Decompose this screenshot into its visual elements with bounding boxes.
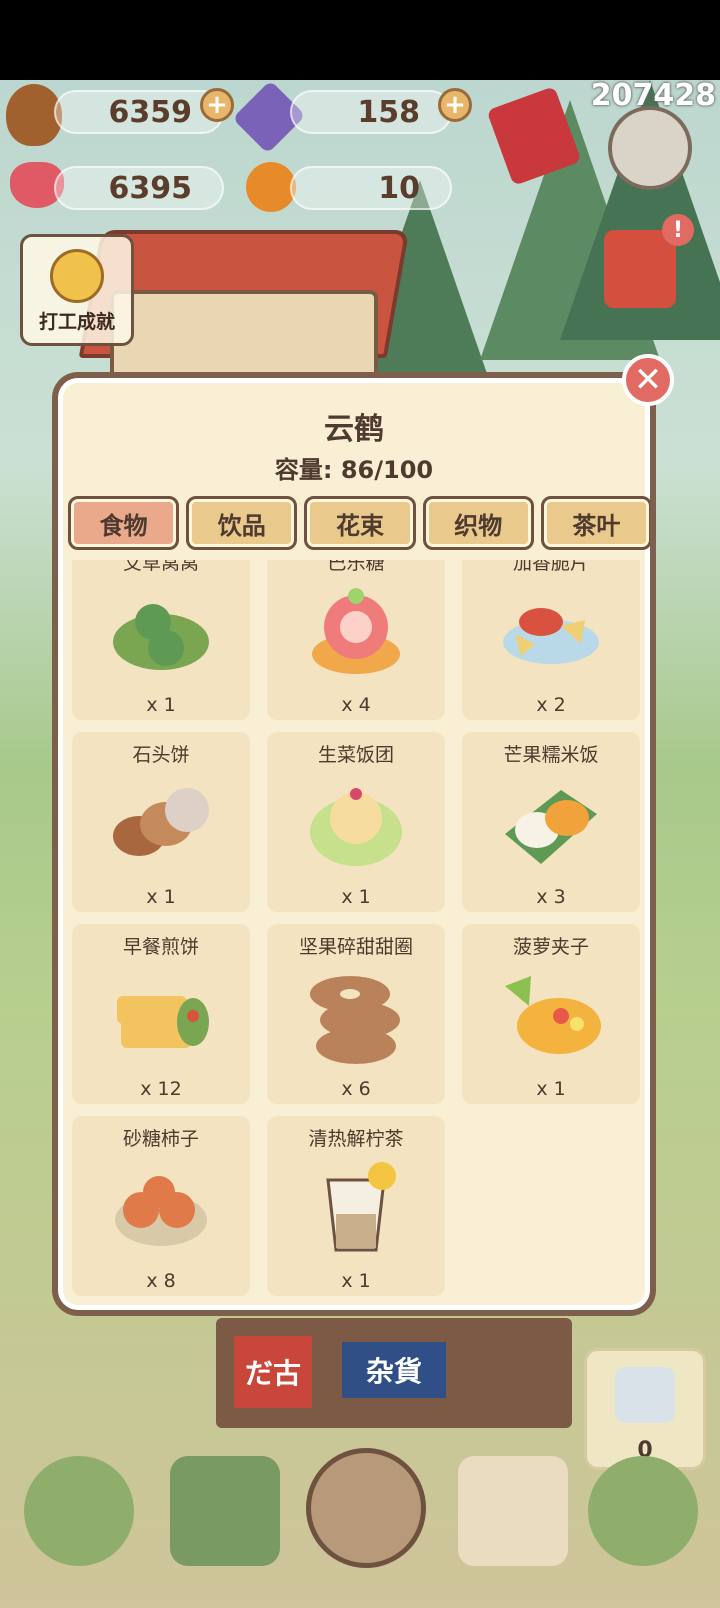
heart-counter: 6395 — [54, 166, 224, 210]
item-qty: x 1 — [341, 886, 371, 908]
stone-cakes-icon — [113, 788, 209, 856]
item-card[interactable]: 石头饼 x 1 — [72, 732, 250, 912]
breakfast-pancake-icon — [117, 996, 209, 1048]
chips-with-dip-icon — [503, 608, 599, 664]
add-acorns-button[interactable]: + — [200, 88, 234, 122]
pineapple-boat-icon — [505, 976, 601, 1054]
add-gems-button[interactable]: + — [438, 88, 472, 122]
lettuce-rice-ball-icon — [310, 788, 402, 866]
gem-counter: 158 — [290, 90, 452, 134]
nut-donuts-icon — [310, 976, 400, 1064]
orange-counter: 10 — [290, 166, 452, 210]
item-name: 巴乐糖 — [327, 560, 385, 574]
mail-icon[interactable] — [170, 1456, 280, 1566]
item-qty: x 1 — [341, 1270, 371, 1292]
item-name: 加香脆片 — [512, 560, 589, 574]
item-card[interactable]: 艾草窝窝 x 1 — [72, 560, 250, 720]
shop-sign-right: 杂貨 — [342, 1342, 446, 1398]
item-name: 早餐煎饼 — [122, 936, 199, 958]
item-name: 坚果碎甜甜圈 — [298, 936, 413, 958]
item-card[interactable]: 菠萝夹子 x 1 — [462, 924, 640, 1104]
item-qty: x 6 — [341, 1078, 371, 1100]
close-button[interactable]: ✕ — [622, 354, 674, 406]
item-card[interactable]: 生菜饭团 x 1 — [267, 732, 445, 912]
clipboard-icon[interactable] — [458, 1456, 568, 1566]
mango-sticky-rice-icon — [505, 790, 597, 864]
wrapped-gift-icon — [615, 1367, 675, 1423]
item-qty: x 1 — [146, 694, 176, 716]
item-card[interactable]: 坚果碎甜甜圈 x 6 — [267, 924, 445, 1104]
orange-icon — [246, 162, 296, 212]
tab-tea[interactable]: 茶叶 — [540, 496, 650, 550]
acorn-counter: 6359 — [54, 90, 224, 134]
item-card[interactable]: 芒果糯米饭 x 3 — [462, 732, 640, 912]
character-icon[interactable] — [306, 1448, 426, 1568]
gear-icon[interactable] — [608, 106, 692, 190]
work-achievement-button[interactable]: 打工成就 — [20, 234, 134, 346]
gift-box-button[interactable]: 0 — [584, 1348, 706, 1470]
gift-event-button[interactable] — [604, 230, 676, 308]
tab-drinks[interactable]: 饮品 — [186, 496, 298, 550]
item-name: 芒果糯米饭 — [503, 744, 599, 766]
item-card[interactable]: 加香脆片 x 2 — [462, 560, 640, 720]
item-card[interactable]: 早餐煎饼 x 12 — [72, 924, 250, 1104]
inventory-panel: 云鹤 容量: 86/100 食物 饮品 花束 织物 茶叶 艾草窝窝 x 1 巴乐… — [52, 372, 656, 1316]
item-name: 菠萝夹子 — [512, 936, 589, 958]
tab-food[interactable]: 食物 — [68, 496, 180, 550]
mugwort-dumpling-icon — [113, 604, 209, 670]
item-qty: x 3 — [536, 886, 566, 908]
category-tabs: 食物 饮品 花束 织物 茶叶 — [68, 496, 650, 550]
item-grid: 艾草窝窝 x 1 巴乐糖 x 4 加香脆片 x 2 石头饼 x 1 生菜饭团 x… — [72, 560, 648, 1300]
guava-tart-icon — [312, 588, 400, 674]
shop-stall: だ古 杂貨 — [216, 1318, 572, 1428]
item-qty: x 12 — [140, 1078, 182, 1100]
achievement-label: 打工成就 — [38, 311, 115, 333]
item-card[interactable]: 清热解柠茶 x 1 — [267, 1116, 445, 1296]
item-qty: x 8 — [146, 1270, 176, 1292]
item-qty: x 1 — [146, 886, 176, 908]
map-icon[interactable] — [588, 1456, 698, 1566]
sugar-persimmons-icon — [115, 1176, 207, 1246]
empty-slot — [462, 1116, 640, 1296]
item-qty: x 2 — [536, 694, 566, 716]
tab-bouquets[interactable]: 花束 — [304, 496, 416, 550]
item-name: 砂糖柿子 — [122, 1128, 199, 1150]
item-card[interactable]: 巴乐糖 x 4 — [267, 560, 445, 720]
shop-sign-left: だ古 — [234, 1336, 312, 1408]
medal-icon — [50, 249, 104, 303]
panel-title: 云鹤 — [324, 412, 384, 447]
item-name: 清热解柠茶 — [308, 1128, 404, 1150]
item-name: 石头饼 — [132, 744, 190, 766]
item-name: 艾草窝窝 — [122, 560, 199, 574]
home-icon[interactable] — [24, 1456, 134, 1566]
item-qty: x 4 — [341, 694, 371, 716]
tab-fabrics[interactable]: 织物 — [422, 496, 534, 550]
item-name: 生菜饭团 — [317, 744, 394, 766]
alert-badge-icon: ! — [662, 214, 694, 246]
lemon-tea-icon — [326, 1162, 396, 1252]
capacity-label: 容量: 86/100 — [274, 456, 434, 484]
item-card[interactable]: 砂糖柿子 x 8 — [72, 1116, 250, 1296]
item-qty: x 1 — [536, 1078, 566, 1100]
